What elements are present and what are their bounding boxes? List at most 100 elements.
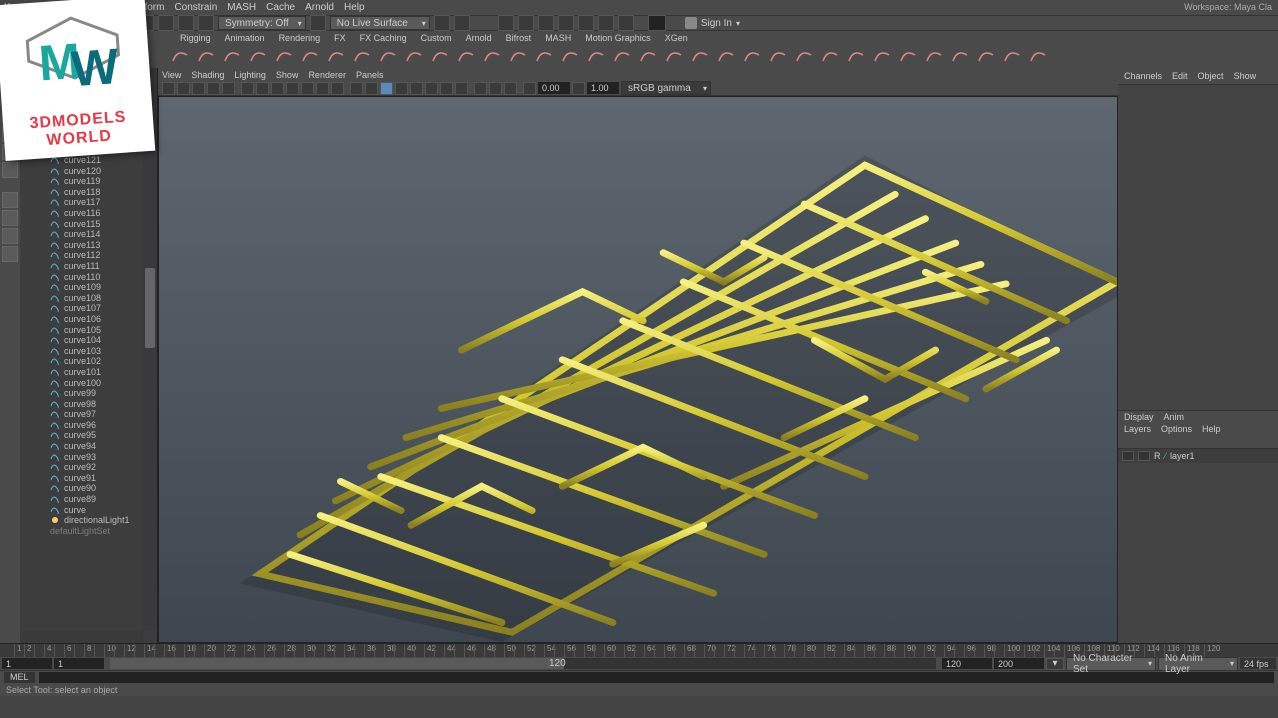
vp-image-plane-icon[interactable]	[192, 82, 205, 95]
outliner-item[interactable]: curve100	[20, 377, 157, 388]
render-icon[interactable]	[498, 15, 514, 31]
layout-single-icon[interactable]	[2, 192, 18, 208]
outliner-item[interactable]: curve	[20, 504, 157, 515]
outliner-item[interactable]: curve91	[20, 473, 157, 484]
rp-tab-object[interactable]: Object	[1198, 71, 1224, 81]
shelf-tab-fx[interactable]: FX	[334, 33, 346, 43]
outliner-item[interactable]: curve101	[20, 367, 157, 378]
offset-icon[interactable]	[456, 46, 476, 66]
symmetry-dropdown[interactable]: Symmetry: Off	[218, 16, 306, 30]
bezier-icon[interactable]	[222, 46, 242, 66]
menu-key[interactable]: Key	[4, 2, 21, 13]
shelf-tab-motion-graphics[interactable]: Motion Graphics	[585, 33, 651, 43]
vp-gate-mask-icon[interactable]	[286, 82, 299, 95]
layer-vis-box[interactable]	[1122, 451, 1134, 461]
vp-xray-icon[interactable]	[489, 82, 502, 95]
select-tool-icon[interactable]	[2, 72, 18, 88]
outliner-item[interactable]: curve124	[20, 123, 157, 134]
range-end-handle[interactable]: 120	[550, 658, 564, 669]
arrow-sel-icon[interactable]	[1028, 46, 1048, 66]
vp-gamma-field[interactable]: 1.00	[587, 82, 619, 94]
scale-icon[interactable]	[84, 15, 100, 31]
outliner-item[interactable]: curve117	[20, 197, 157, 208]
vp-menu-shading[interactable]: Shading	[191, 70, 224, 80]
outliner-item[interactable]: curve94	[20, 441, 157, 452]
outliner-item[interactable]: curve112	[20, 250, 157, 261]
vp-textured-icon[interactable]	[380, 82, 393, 95]
smooth-icon[interactable]	[534, 46, 554, 66]
insert-knot-icon[interactable]	[404, 46, 424, 66]
charset-dropdown[interactable]: No Character Set	[1066, 657, 1156, 671]
scale-tool-icon[interactable]	[2, 162, 18, 178]
intersect-icon[interactable]	[612, 46, 632, 66]
vp-select-camera-icon[interactable]	[162, 82, 175, 95]
menu-visualize[interactable]: Visualize	[82, 2, 122, 13]
options-menu[interactable]: Options	[1161, 424, 1192, 434]
arc-icon[interactable]	[274, 46, 294, 66]
vp-menu-lighting[interactable]: Lighting	[234, 70, 266, 80]
outliner-item[interactable]: curve103	[20, 345, 157, 356]
vp-use-lights-icon[interactable]	[395, 82, 408, 95]
outliner-item[interactable]: curve95	[20, 430, 157, 441]
move-tool-icon[interactable]	[2, 126, 18, 142]
outliner-item[interactable]: curve111	[20, 261, 157, 272]
square-icon[interactable]	[326, 46, 346, 66]
rp-tab-channels[interactable]: Channels	[1124, 71, 1162, 81]
birail-icon[interactable]	[924, 46, 944, 66]
outliner-item[interactable]: curve98	[20, 398, 157, 409]
snap-point-icon[interactable]	[158, 15, 174, 31]
outliner-item[interactable]: curve121	[20, 155, 157, 166]
vp-safe-action-icon[interactable]	[316, 82, 329, 95]
outliner-item[interactable]: curve93	[20, 451, 157, 462]
vp-safe-title-icon[interactable]	[331, 82, 344, 95]
snap-grid-icon[interactable]	[118, 15, 134, 31]
ep-curve-icon[interactable]	[196, 46, 216, 66]
outliner-item[interactable]: curve115	[20, 218, 157, 229]
vp-filmgate-icon[interactable]	[256, 82, 269, 95]
outliner-item[interactable]: curve118	[20, 187, 157, 198]
outliner-icon[interactable]	[2, 246, 18, 262]
vp-2d-pan-icon[interactable]	[207, 82, 220, 95]
ipr-icon[interactable]	[518, 15, 534, 31]
outliner-item[interactable]: curve108	[20, 292, 157, 303]
rotate-tool-icon[interactable]	[2, 144, 18, 160]
general-icon[interactable]	[4, 15, 20, 31]
outliner-item[interactable]: curve113	[20, 240, 157, 251]
vp-exposure-icon[interactable]	[523, 82, 536, 95]
vp-wireframe-icon[interactable]	[350, 82, 363, 95]
outliner-item[interactable]: curve129	[20, 70, 157, 81]
outliner-item[interactable]: curve92	[20, 462, 157, 473]
construction-icon[interactable]	[454, 15, 470, 31]
layout-two-icon[interactable]	[2, 228, 18, 244]
menu-arnold[interactable]: Arnold	[305, 2, 334, 13]
history-icon[interactable]	[434, 15, 450, 31]
vp-menu-panels[interactable]: Panels	[356, 70, 384, 80]
project-icon[interactable]	[586, 46, 606, 66]
snap-curve-icon[interactable]	[138, 15, 154, 31]
reverse-icon[interactable]	[508, 46, 528, 66]
outliner-item[interactable]: curve128	[20, 81, 157, 92]
shelf-tab-bifrost[interactable]: Bifrost	[506, 33, 532, 43]
detach-icon[interactable]	[378, 46, 398, 66]
pause-icon[interactable]	[618, 15, 634, 31]
shelf-tab-mash[interactable]: MASH	[545, 33, 571, 43]
move-icon[interactable]	[44, 15, 60, 31]
vp-xray-joints-icon[interactable]	[504, 82, 517, 95]
vp-field-chart-icon[interactable]	[301, 82, 314, 95]
vp-shadows-icon[interactable]	[410, 82, 423, 95]
select-icon[interactable]	[24, 15, 40, 31]
range-end-field[interactable]: 120	[942, 658, 992, 669]
rebuild-icon[interactable]	[482, 46, 502, 66]
cv-curve-icon[interactable]	[170, 46, 190, 66]
bool-icon[interactable]	[690, 46, 710, 66]
menu-constrain[interactable]: Constrain	[174, 2, 217, 13]
live-icon[interactable]	[310, 15, 326, 31]
outliner-item[interactable]: curve125	[20, 112, 157, 123]
paint-tool-icon[interactable]	[2, 108, 18, 124]
outliner-item[interactable]: curve116	[20, 208, 157, 219]
charset-icon[interactable]: ▾	[1046, 658, 1064, 670]
help-menu[interactable]: Help	[1202, 424, 1221, 434]
lasso-tool-icon[interactable]	[2, 90, 18, 106]
vp-gamma-icon[interactable]	[572, 82, 585, 95]
outliner-item[interactable]: curve106	[20, 314, 157, 325]
